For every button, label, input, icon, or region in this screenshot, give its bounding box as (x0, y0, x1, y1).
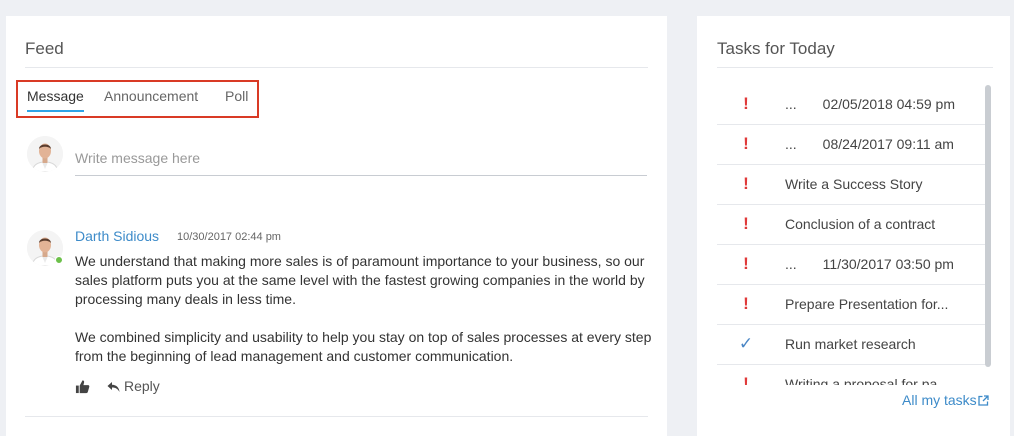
compose-avatar (27, 136, 63, 172)
urgent-icon: ! (743, 214, 749, 233)
task-deadline: 11/30/2017 03:50 pm (822, 256, 954, 272)
task-item[interactable]: ! ... 11/30/2017 03:50 pm (717, 245, 987, 285)
post-divider (25, 416, 648, 417)
tasks-title: Tasks for Today (717, 39, 835, 58)
reply-button[interactable]: Reply (107, 378, 160, 394)
compose-message-input[interactable] (75, 134, 647, 176)
post-author-name[interactable]: Darth Sidious (75, 228, 159, 244)
task-title: ... (785, 96, 797, 112)
urgent-icon: ! (743, 134, 749, 153)
post-body: We understand that making more sales is … (75, 252, 655, 385)
post-paragraph: We understand that making more sales is … (75, 253, 645, 307)
active-tab-indicator (27, 110, 84, 112)
like-button[interactable] (75, 379, 91, 395)
urgent-icon: ! (743, 294, 749, 313)
post-timestamp: 10/30/2017 02:44 pm (177, 231, 281, 243)
tab-message[interactable]: Message (27, 88, 84, 104)
task-deadline: 08/24/2017 09:11 am (822, 136, 954, 152)
task-item[interactable]: ! ... 02/05/2018 04:59 pm (717, 85, 987, 125)
all-my-tasks-label: All my tasks (902, 392, 977, 408)
external-link-icon (978, 395, 989, 406)
online-status-indicator (55, 256, 63, 264)
feed-title-divider (25, 67, 648, 68)
checkmark-icon: ✓ (738, 334, 754, 353)
task-title: Prepare Presentation for... (785, 296, 949, 312)
task-title: ... (785, 136, 797, 152)
reply-arrow-icon (107, 382, 120, 392)
tab-poll[interactable]: Poll (225, 88, 248, 104)
feed-panel: Feed Message Announcement Poll Darth Sid… (6, 16, 667, 436)
task-deadline: 02/05/2018 04:59 pm (822, 96, 956, 112)
reply-label: Reply (124, 378, 160, 394)
task-list: ! ... 02/05/2018 04:59 pm ! ... 08/24/2017… (717, 85, 987, 385)
task-title: Write a Success Story (785, 176, 923, 192)
urgent-icon: ! (743, 174, 749, 193)
task-item[interactable]: ! ... 08/24/2017 09:11 am (717, 125, 987, 165)
tasks-panel: Tasks for Today ! ... 02/05/2018 04:59 pm… (697, 16, 1010, 436)
urgent-icon: ! (743, 374, 749, 386)
task-item[interactable]: ! Prepare Presentation for... (717, 285, 987, 325)
task-title: Conclusion of a contract (785, 216, 936, 232)
thumbs-up-icon (75, 380, 90, 394)
post-paragraph: We combined simplicity and usability to … (75, 329, 652, 364)
task-item[interactable]: ✓ Run market research (717, 325, 987, 365)
all-my-tasks-link[interactable]: All my tasks (902, 392, 989, 408)
feed-title: Feed (25, 39, 64, 58)
urgent-icon: ! (743, 254, 749, 273)
task-item[interactable]: ! Conclusion of a contract (717, 205, 987, 245)
urgent-icon: ! (743, 94, 749, 113)
task-title: Run market research (785, 336, 916, 352)
feed-tabs: Message Announcement Poll (16, 80, 259, 118)
tasks-title-divider (717, 67, 993, 68)
task-list-scrollbar[interactable] (985, 85, 991, 367)
task-title: Writing a proposal for pa (785, 376, 938, 385)
task-item[interactable]: ! Write a Success Story (717, 165, 987, 205)
tab-announcement[interactable]: Announcement (104, 88, 198, 104)
task-item[interactable]: ! Writing a proposal for pa (717, 365, 987, 386)
task-title: ... (785, 256, 797, 272)
